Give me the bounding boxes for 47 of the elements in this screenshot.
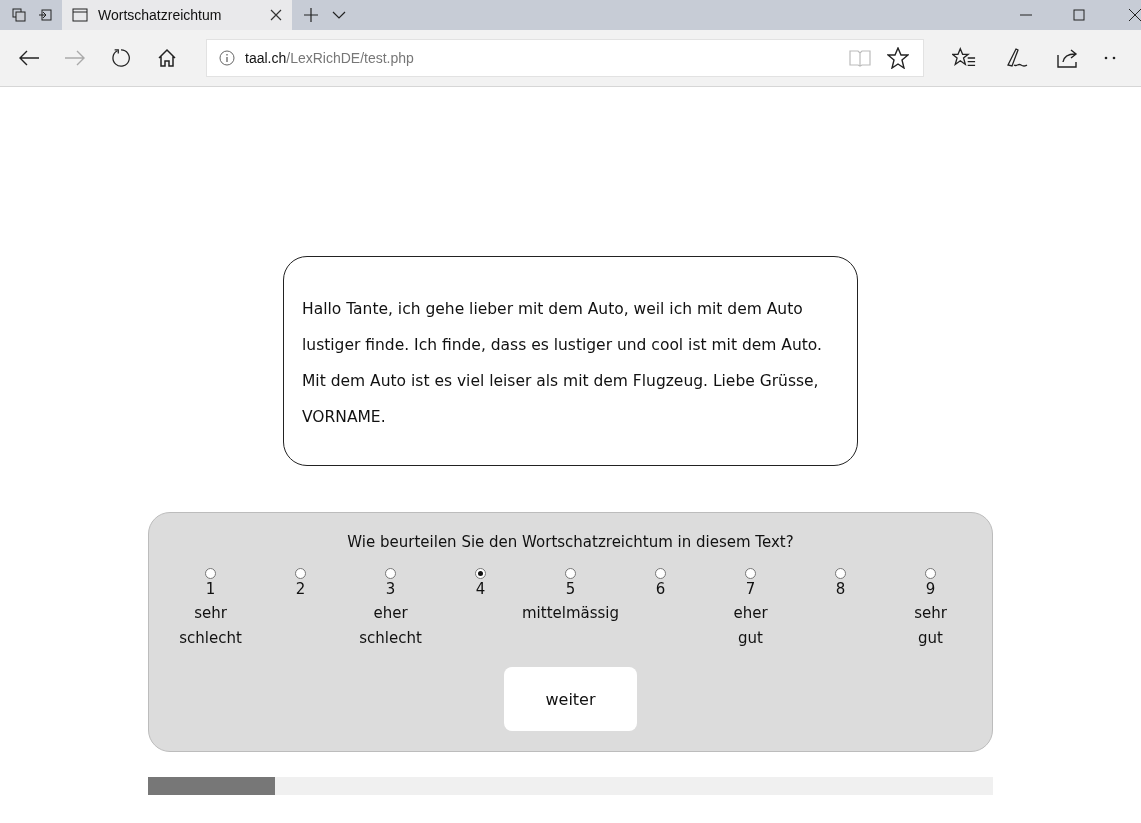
maximize-icon[interactable] <box>1073 9 1085 21</box>
scale-number: 4 <box>475 579 486 599</box>
close-icon[interactable] <box>270 9 282 21</box>
scale-number: 8 <box>835 579 846 599</box>
home-icon[interactable] <box>156 48 178 68</box>
favorites-list-icon[interactable] <box>952 47 976 69</box>
radio-button[interactable] <box>385 568 396 579</box>
tab-title: Wortschatzreichtum <box>98 7 222 23</box>
info-icon[interactable] <box>219 50 235 66</box>
scale-number: 5 <box>565 579 576 599</box>
share-icon[interactable] <box>1056 47 1080 69</box>
refresh-icon[interactable] <box>110 48 132 68</box>
scale-label: mittelmässig <box>521 603 620 624</box>
radio-button[interactable] <box>925 568 936 579</box>
scale-label: eher schlecht <box>359 603 422 649</box>
address-bar[interactable]: taal.ch/LexRichDE/test.php <box>206 39 924 77</box>
close-icon[interactable] <box>1129 9 1141 21</box>
radio-button[interactable] <box>565 568 576 579</box>
next-button[interactable]: weiter <box>504 667 637 731</box>
back-arrow-icon[interactable] <box>18 48 40 68</box>
restore-tabs-icon[interactable] <box>38 8 52 22</box>
scale-number: 9 <box>925 579 936 599</box>
new-tab-icon[interactable] <box>304 8 318 22</box>
scale-number: 6 <box>655 579 666 599</box>
scale-number: 1 <box>205 579 216 599</box>
radio-button[interactable] <box>835 568 846 579</box>
scale-label: eher gut <box>733 603 768 649</box>
radio-button[interactable] <box>205 568 216 579</box>
tabs-aside-icon[interactable] <box>12 8 26 22</box>
page-icon <box>72 8 88 22</box>
radio-button[interactable] <box>745 568 756 579</box>
scale-label: sehr gut <box>914 603 947 649</box>
more-icon[interactable] <box>1104 56 1116 60</box>
url-text: taal.ch/LexRichDE/test.php <box>245 50 414 66</box>
radio-button[interactable] <box>475 568 486 579</box>
question-text: Wie beurteilen Sie den Wortschatzreichtum in diesem Text? <box>347 533 794 551</box>
star-icon[interactable] <box>887 47 909 69</box>
text-box: Hallo Tante, ich gehe lieber mit dem Auto, weil ich mit dem Auto lustiger finde. Ich finde, dass es lustiger und cool ist mit dem Auto. Mit dem Auto ist es viel leiser als mit dem Flugzeug. Liebe Grüsse, VORNAME. <box>283 256 858 466</box>
radio-button[interactable] <box>295 568 306 579</box>
scale-label: sehr schlecht <box>179 603 242 649</box>
scale-number: 3 <box>385 579 396 599</box>
pen-icon[interactable] <box>1004 47 1028 69</box>
radio-button[interactable] <box>655 568 666 579</box>
scale-number: 2 <box>295 579 306 599</box>
scale-number: 7 <box>745 579 756 599</box>
browser-tab[interactable]: Wortschatzreichtum <box>62 0 292 30</box>
chevron-down-icon[interactable] <box>332 11 346 19</box>
